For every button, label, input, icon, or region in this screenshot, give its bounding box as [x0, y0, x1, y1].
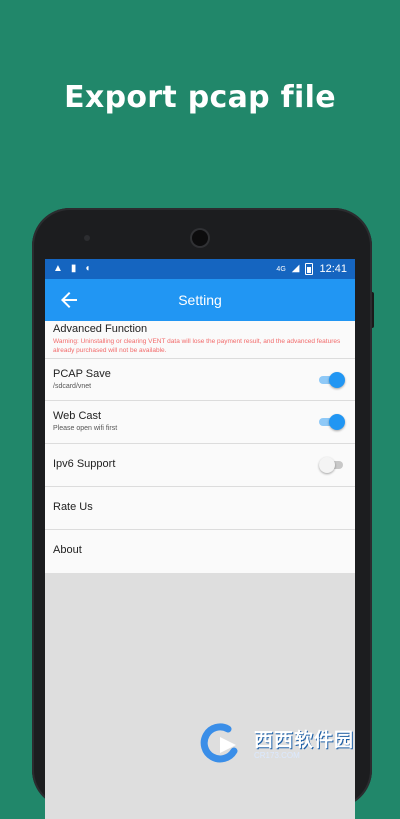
setting-web-cast[interactable]: Web Cast Please open wifi first	[45, 401, 355, 444]
setting-ipv6-support[interactable]: Ipv6 Support	[45, 444, 355, 487]
setting-rate-us[interactable]: Rate Us	[45, 487, 355, 530]
setting-title: Web Cast	[53, 410, 102, 422]
battery-icon	[305, 263, 314, 275]
web-cast-toggle[interactable]	[319, 413, 345, 431]
setting-warning: Warning: Uninstalling or clearing VENT d…	[53, 338, 341, 354]
network-label: 4G	[276, 265, 286, 273]
empty-area	[45, 573, 355, 819]
pcap-save-toggle[interactable]	[319, 371, 345, 389]
signal-icon: ◢	[291, 263, 300, 274]
setting-pcap-save[interactable]: PCAP Save /sdcard/vnet	[45, 359, 355, 401]
phone-camera	[192, 230, 208, 246]
settings-list: Advanced Function Warning: Uninstalling …	[45, 321, 355, 573]
status-bar: ▲ ▮ ◖ 4G ◢ 12:41	[45, 259, 355, 279]
setting-title: About	[53, 544, 82, 556]
sd-card-icon: ▮	[70, 263, 77, 274]
setting-advanced-function[interactable]: Advanced Function Warning: Uninstalling …	[45, 321, 355, 359]
watermark-text: 西西软件园	[254, 730, 355, 751]
setting-title: Advanced Function	[53, 323, 148, 335]
watermark-site: CR173.COM	[254, 751, 300, 760]
page-title: Setting	[178, 292, 222, 308]
setting-title: Ipv6 Support	[53, 458, 116, 470]
setting-about[interactable]: About	[45, 530, 355, 573]
setting-title: PCAP Save	[53, 368, 111, 380]
watermark: 西西软件园 CR173.COM	[200, 716, 400, 769]
setting-subtitle: /sdcard/vnet	[53, 383, 92, 390]
app-bar: Setting	[45, 279, 355, 321]
ipv6-toggle[interactable]	[319, 456, 345, 474]
alert-icon: ▲	[53, 263, 63, 274]
android-icon: ◖	[84, 263, 91, 274]
setting-subtitle: Please open wifi first	[53, 425, 118, 432]
setting-title: Rate Us	[53, 501, 93, 513]
watermark-logo-icon	[200, 723, 250, 763]
promo-headline: Export pcap file	[64, 80, 336, 115]
phone-sensor	[84, 235, 90, 241]
back-arrow-icon[interactable]	[57, 288, 81, 312]
status-time: 12:41	[319, 263, 347, 275]
